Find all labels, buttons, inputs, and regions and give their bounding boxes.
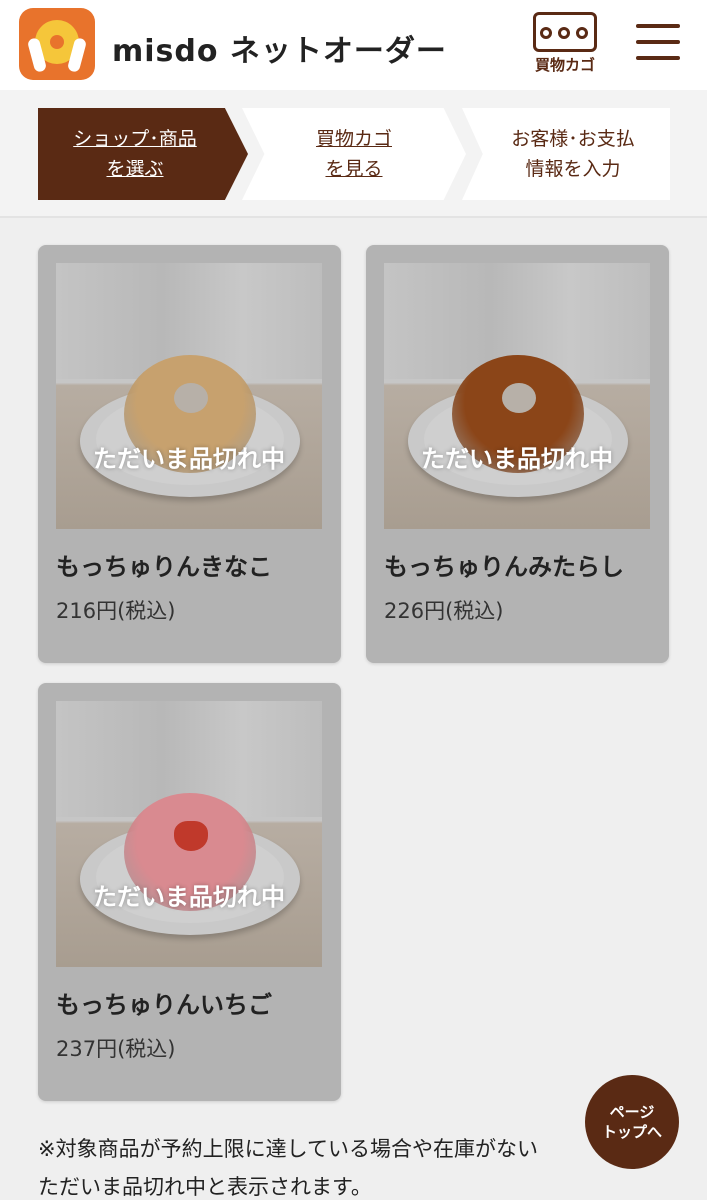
product-name: もっちゅりんいちご — [56, 991, 272, 1019]
sold-out-label: ただいま品切れ中 — [93, 883, 285, 911]
step-customer-info: お客様･お支払 情報を入力 — [462, 108, 670, 200]
order-steps: ショップ･商品 を選ぶ 買物カゴ を見る お客様･お支払 情報を入力 — [0, 90, 707, 218]
sold-out-label: ただいま品切れ中 — [93, 445, 285, 473]
product-image: ただいま品切れ中 — [56, 263, 322, 529]
hamburger-menu-icon[interactable] — [636, 22, 680, 62]
product-card[interactable]: ただいま品切れ中 もっちゅりんみたらし 226円(税込) — [366, 245, 669, 663]
product-price: 226円(税込) — [384, 599, 504, 623]
product-name: もっちゅりんみたらし — [384, 553, 624, 581]
product-card[interactable]: ただいま品切れ中 もっちゅりんきなこ 216円(税込) — [38, 245, 341, 663]
product-price: 237円(税込) — [56, 1037, 176, 1061]
cart-button[interactable]: 買物カゴ — [530, 10, 600, 74]
product-card[interactable]: ただいま品切れ中 もっちゅりんいちご 237円(税込) — [38, 683, 341, 1101]
misdo-logo-icon[interactable] — [19, 8, 95, 80]
product-name: もっちゅりんきなこ — [56, 553, 272, 581]
product-image: ただいま品切れ中 — [56, 701, 322, 967]
step-view-cart[interactable]: 買物カゴ を見る — [242, 108, 466, 200]
step-select-shop[interactable]: ショップ･商品 を選ぶ — [38, 108, 248, 200]
sold-out-label: ただいま品切れ中 — [421, 445, 613, 473]
product-price: 216円(税込) — [56, 599, 176, 623]
product-image: ただいま品切れ中 — [384, 263, 650, 529]
brand-title[interactable]: misdo ネットオーダー — [112, 26, 447, 70]
app-header: misdo ネットオーダー 買物カゴ — [0, 0, 707, 90]
cart-label: 買物カゴ — [534, 56, 595, 74]
page-top-button[interactable]: ページ トップへ — [585, 1075, 679, 1169]
